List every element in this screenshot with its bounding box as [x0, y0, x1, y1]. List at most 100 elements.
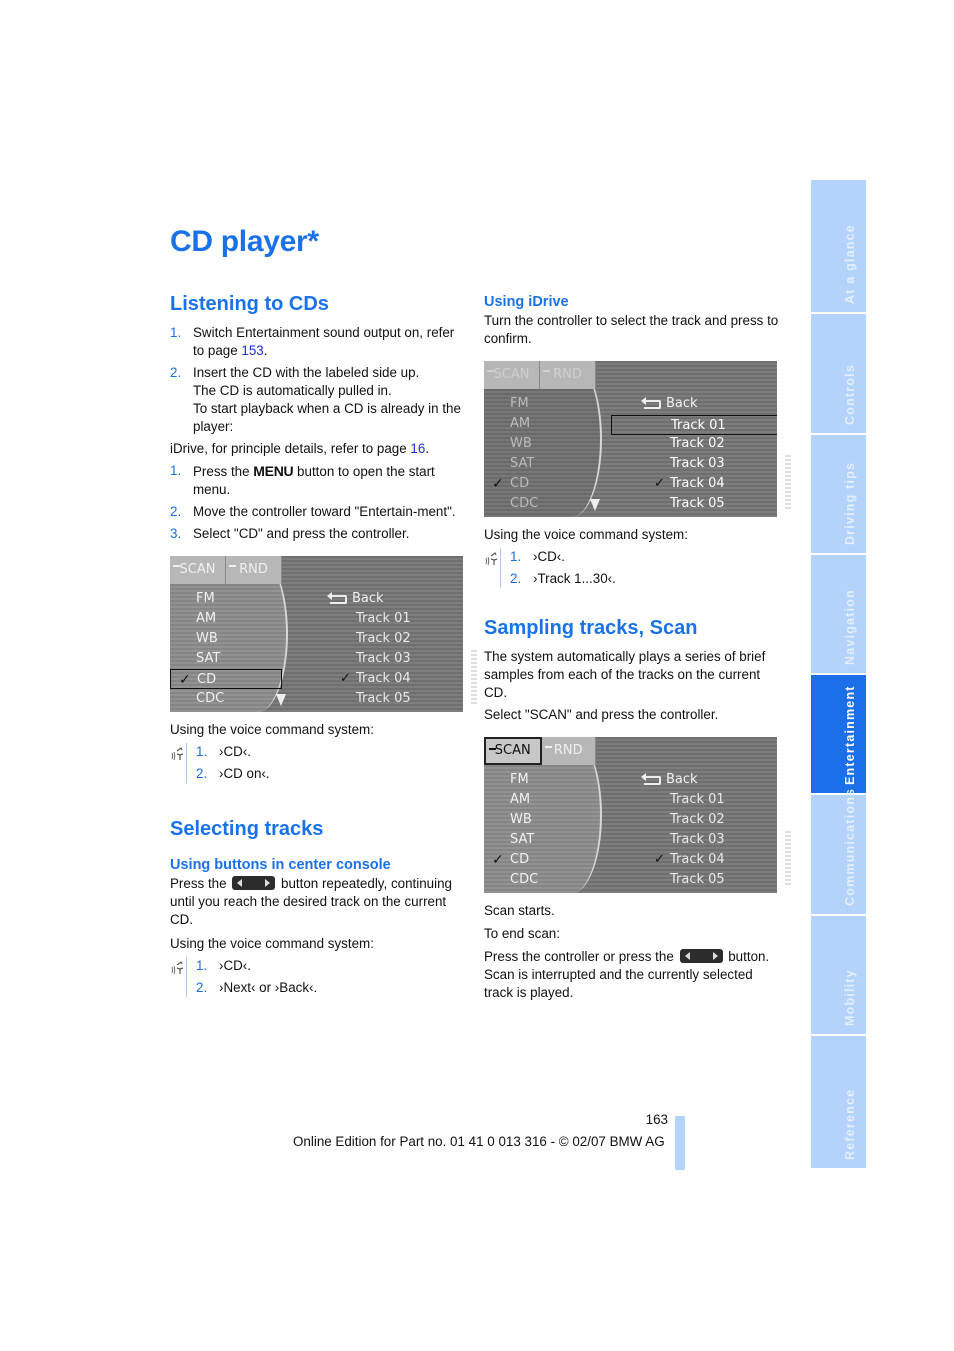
end-scan-text: Press the controller or press the button… [484, 948, 779, 1002]
heading-sampling-tracks-scan: Sampling tracks, Scan [484, 617, 698, 639]
sidebar-tab-mobility[interactable]: Mobility [811, 916, 866, 1034]
back-item: Back [641, 770, 698, 790]
text: Press the controller or press the [484, 949, 678, 964]
scroll-down-icon [590, 499, 600, 511]
sidebar-tab-controls[interactable]: Controls [811, 314, 866, 433]
scan-select: Select "SCAN" and press the controller. [484, 707, 719, 722]
screen-tabs: SCAN RND [170, 556, 282, 584]
source-item: CDC [510, 496, 539, 511]
tab-rnd: RND [540, 361, 596, 389]
step-number: 2. [170, 365, 182, 380]
step-text: ›CD‹. [219, 958, 251, 973]
footer-text: Online Edition for Part no. 01 41 0 013 … [293, 1134, 665, 1149]
back-icon [641, 773, 661, 785]
step-text: ›Track 1...30‹. [533, 571, 616, 586]
image-code-mark [785, 831, 791, 886]
page-link-153[interactable]: 153 [241, 343, 263, 358]
track-item: Track 03 [670, 832, 725, 847]
note-text: iDrive, for principle details, refer to … [170, 441, 411, 456]
step-text: To start playback when a CD is already i… [193, 401, 461, 434]
back-label: Back [666, 772, 698, 787]
voice-command-block: 1. ›CD‹. 2. ›Track 1...30‹. [484, 548, 779, 588]
step-text: ›CD‹. [533, 549, 565, 564]
voice-command-block: 1. ›CD‹. 2. ›Next‹ or ›Back‹. [170, 957, 465, 997]
step-number: 3. [170, 526, 182, 541]
source-item: FM [510, 772, 529, 787]
step-text: Insert the CD with the labeled side up. [193, 365, 420, 380]
source-item: FM [196, 591, 215, 606]
sidebar-tab-communications[interactable]: Communications [811, 788, 866, 914]
check-icon: ✓ [492, 476, 504, 492]
back-icon [327, 592, 347, 604]
track-item: Track 05 [670, 496, 725, 511]
check-icon: ✓ [654, 852, 665, 867]
voice-command-icon [485, 552, 498, 566]
step-number: 1. [170, 463, 182, 478]
source-item: SAT [510, 456, 535, 471]
source-item: SAT [196, 651, 221, 666]
voice-steps: 1. ›CD‹. 2. ›Next‹ or ›Back‹. [196, 957, 465, 997]
left-column: Listening to CDs 1. Switch Entertainment… [170, 290, 477, 997]
step-number: 1. [510, 549, 522, 564]
back-label: Back [352, 591, 384, 606]
track-item: Track 05 [356, 691, 411, 706]
sidebar-tab-label: At a glance [842, 224, 857, 304]
track-label: Track 04 [670, 852, 725, 867]
sidebar-tab-entertainment[interactable]: Entertainment [811, 675, 866, 793]
page-link-16[interactable]: 16 [410, 441, 425, 456]
screen-tabs: SCAN RND [484, 737, 596, 765]
source-item: CDC [510, 872, 539, 887]
voice-command-icon [171, 961, 184, 975]
step-number: 1. [196, 958, 208, 973]
check-icon: ✓ [654, 476, 665, 491]
tab-scan: SCAN [484, 361, 540, 389]
track-skip-button-icon [679, 949, 723, 963]
list-item: 3. Select "CD" and press the controller. [170, 525, 465, 543]
track-item: Track 01 [670, 792, 725, 807]
sidebar-tab-label: Reference [842, 1088, 857, 1160]
sidebar-tab-reference[interactable]: Reference [811, 1036, 866, 1168]
back-item: Back [641, 394, 698, 414]
track-item: Track 03 [356, 651, 411, 666]
check-icon: ✓ [492, 852, 504, 868]
source-item-selected: ✓ CD [484, 474, 596, 494]
heading-listening-to-cds: Listening to CDs [170, 293, 329, 315]
scan-starts: Scan starts. [484, 903, 555, 918]
list-item: 1. ›CD‹. [196, 957, 465, 975]
idrive-screen-cd-selected: SCAN RND FM AM WB SAT ✓ CD CDC Back Track… [170, 556, 477, 712]
page-number: 163 [645, 1112, 668, 1127]
idrive-display: SCAN RND FM AM WB SAT ✓ CD CDC Back Track… [484, 737, 777, 893]
track-label: Track 04 [670, 476, 725, 491]
sidebar-tab-navigation[interactable]: Navigation [811, 555, 866, 673]
track-item: Track 02 [356, 631, 411, 646]
source-label: CD [510, 852, 530, 867]
voice-intro: Using the voice command system: [484, 527, 688, 542]
voice-steps: 1. ›CD‹. 2. ›CD on‹. [196, 743, 465, 783]
back-label: Back [666, 396, 698, 411]
step-text: Select "CD" and press the controller. [193, 526, 410, 541]
list-item: 2. ›Track 1...30‹. [510, 570, 779, 588]
sidebar-tab-at-a-glance[interactable]: At a glance [811, 180, 866, 312]
sidebar-tab-driving-tips[interactable]: Driving tips [811, 435, 866, 553]
track-item: Track 03 [670, 456, 725, 471]
step-text-end: . [263, 343, 268, 358]
track-item-highlighted: Track 01 [611, 415, 777, 435]
voice-steps: 1. ›CD‹. 2. ›Track 1...30‹. [510, 548, 779, 588]
source-item: WB [510, 812, 532, 827]
source-label: CD [510, 476, 530, 491]
track-item: Track 05 [670, 872, 725, 887]
tab-scan: SCAN [170, 556, 226, 584]
step-number: 2. [170, 504, 182, 519]
right-column: Using iDrive Turn the controller to sele… [484, 290, 791, 1002]
source-label: CD [197, 672, 217, 687]
step-text: ›CD on‹. [219, 766, 270, 781]
heading-selecting-tracks: Selecting tracks [170, 818, 324, 840]
step-number: 2. [196, 766, 208, 781]
image-code-mark [471, 650, 477, 705]
idrive-screen-track-select: SCAN RND FM AM WB SAT ✓ CD CDC Back Track… [484, 361, 791, 517]
list-item: 1. Switch Entertainment sound output on,… [170, 324, 465, 360]
source-item: CDC [196, 691, 225, 706]
note-text-end: . [425, 441, 430, 456]
screen-tabs: SCAN RND [484, 361, 596, 389]
source-item: WB [510, 436, 532, 451]
